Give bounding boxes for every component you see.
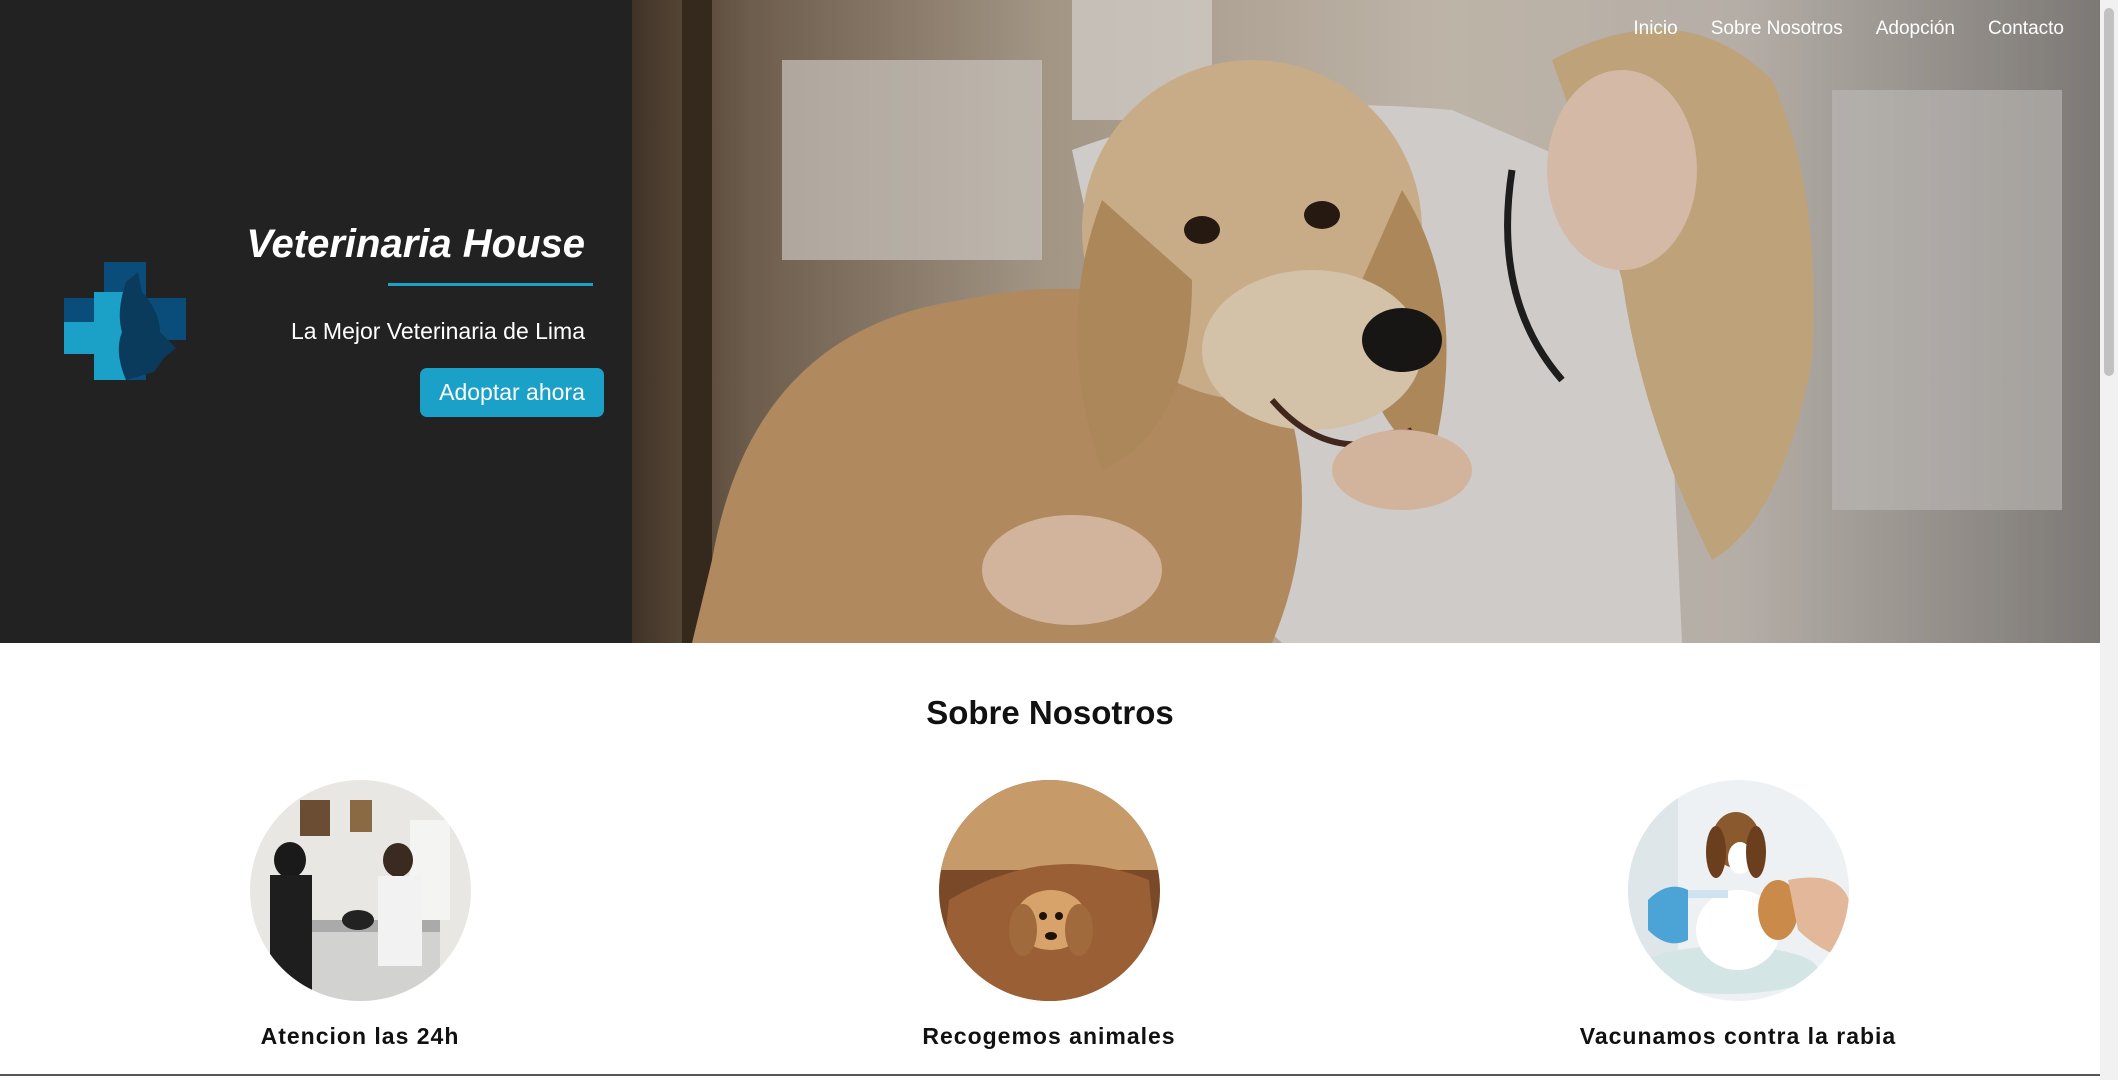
hero-photo-vet-dog (632, 0, 2100, 643)
veterinaria-logo (64, 262, 186, 380)
brand-title: Veterinaria House (246, 222, 585, 266)
hero-photo-illustration (682, 0, 2062, 643)
card-title: Recogemos animales (922, 1023, 1176, 1049)
card-title: Atencion las 24h (260, 1023, 460, 1049)
card-title: Vacunamos contra la rabia (1579, 1023, 1897, 1049)
about-card-recogemos: Recogemos animales (849, 780, 1249, 1050)
nav-item-contacto[interactable]: Contacto (1988, 18, 2064, 40)
adopt-now-button[interactable]: Adoptar ahora (420, 368, 604, 417)
scrollbar-thumb[interactable] (2104, 8, 2114, 376)
nav-item-inicio[interactable]: Inicio (1633, 18, 1677, 40)
about-card-vacunamos: Vacunamos contra la rabia (1538, 780, 1938, 1050)
card-image-puppy (938, 780, 1160, 1001)
nav-item-adopcion[interactable]: Adopción (1876, 18, 1955, 40)
brand-title-underline (388, 283, 593, 286)
main-nav: Inicio Sobre Nosotros Adopción Contacto (1633, 18, 2064, 40)
card-image-vaccination (1627, 780, 1849, 1001)
about-section-title: Sobre Nosotros (926, 694, 1174, 731)
hero-section: Veterinaria House La Mejor Veterinaria d… (0, 0, 2100, 643)
card-image-clinic (249, 780, 471, 1001)
bottom-divider (0, 1074, 2100, 1076)
about-card-24h: Atencion las 24h (160, 780, 560, 1050)
page-scrollbar[interactable] (2100, 0, 2118, 1080)
hero-tagline: La Mejor Veterinaria de Lima (290, 318, 585, 344)
nav-item-sobre-nosotros[interactable]: Sobre Nosotros (1711, 18, 1843, 40)
